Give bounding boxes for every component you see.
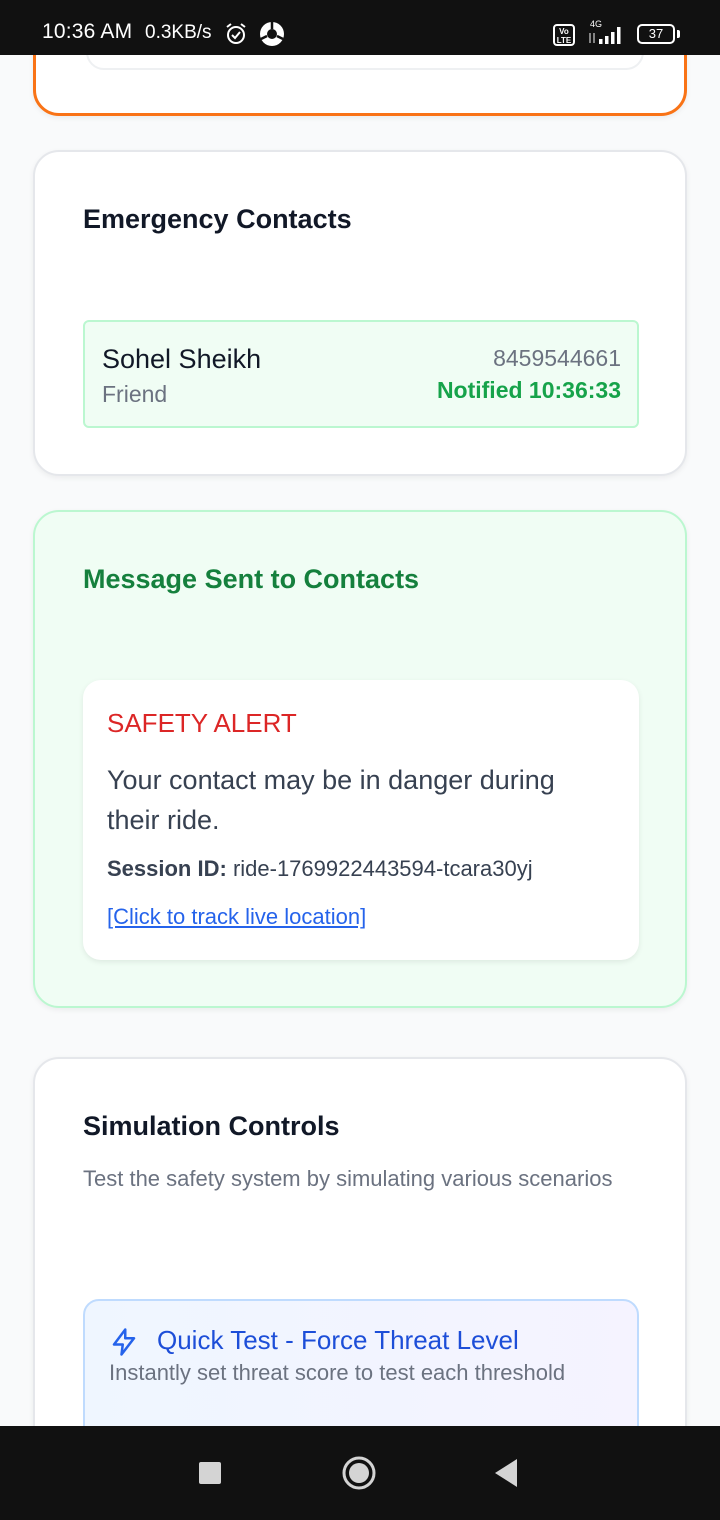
network-speed: 0.3KB/s bbox=[145, 22, 212, 43]
contact-item[interactable]: Sohel Sheikh Friend 8459544661 Notified … bbox=[83, 320, 639, 428]
scroll-content[interactable]: Emergency Contacts Sohel Sheikh Friend 8… bbox=[0, 0, 720, 1426]
safety-alert-body: Your contact may be in danger during the… bbox=[107, 765, 555, 835]
emergency-contacts-title: Emergency Contacts bbox=[83, 204, 352, 234]
home-button[interactable] bbox=[341, 1455, 377, 1491]
safety-alert-heading: SAFETY ALERT bbox=[107, 708, 297, 738]
lightning-bolt-icon bbox=[112, 1328, 136, 1356]
session-id-value: ride-1769922443594-tcara30yj bbox=[232, 856, 533, 881]
simulation-controls-title: Simulation Controls bbox=[83, 1111, 340, 1141]
simulation-controls-card: Simulation Controls Test the safety syst… bbox=[33, 1057, 687, 1426]
system-navigation-bar bbox=[0, 1426, 720, 1520]
back-button[interactable] bbox=[493, 1457, 519, 1489]
emergency-contacts-card: Emergency Contacts Sohel Sheikh Friend 8… bbox=[33, 150, 687, 476]
track-live-location-link[interactable]: [Click to track live location] bbox=[107, 904, 366, 930]
quick-test-panel[interactable]: Quick Test - Force Threat Level Instantl… bbox=[83, 1299, 639, 1426]
simulation-controls-description: Test the safety system by simulating var… bbox=[83, 1166, 613, 1191]
safety-alert-message: SAFETY ALERT Your contact may be in dang… bbox=[83, 680, 639, 960]
volte-icon: Vo LTE bbox=[553, 24, 575, 46]
contact-relation: Friend bbox=[102, 381, 168, 407]
recents-button[interactable] bbox=[199, 1462, 221, 1484]
status-bar: 10:36 AM 0.3KB/s Vo LTE 4G 37 bbox=[0, 0, 720, 55]
alarm-icon bbox=[226, 23, 246, 44]
session-id-line: Session ID: ride-1769922443594-tcara30yj bbox=[107, 856, 533, 882]
battery-level: 37 bbox=[648, 26, 664, 41]
quick-test-description: Instantly set threat score to test each … bbox=[109, 1360, 566, 1385]
contact-phone: 8459544661 bbox=[493, 345, 621, 371]
message-sent-title: Message Sent to Contacts bbox=[83, 564, 420, 594]
battery-tip bbox=[677, 30, 680, 38]
quick-test-title: Quick Test - Force Threat Level bbox=[157, 1325, 519, 1355]
contact-name: Sohel Sheikh bbox=[102, 344, 262, 374]
battery-icon: 37 bbox=[637, 24, 675, 44]
status-time: 10:36 AM bbox=[42, 20, 133, 43]
contact-notified-status: Notified 10:36:33 bbox=[436, 377, 621, 403]
app-screen: 10:36 AM 0.3KB/s Vo LTE 4G 37 Emergency … bbox=[0, 0, 720, 1520]
session-id-label: Session ID: bbox=[107, 856, 227, 881]
signal-strength-icon bbox=[589, 27, 621, 44]
browser-icon bbox=[260, 22, 284, 46]
message-sent-card: Message Sent to Contacts SAFETY ALERT Yo… bbox=[33, 510, 687, 1008]
